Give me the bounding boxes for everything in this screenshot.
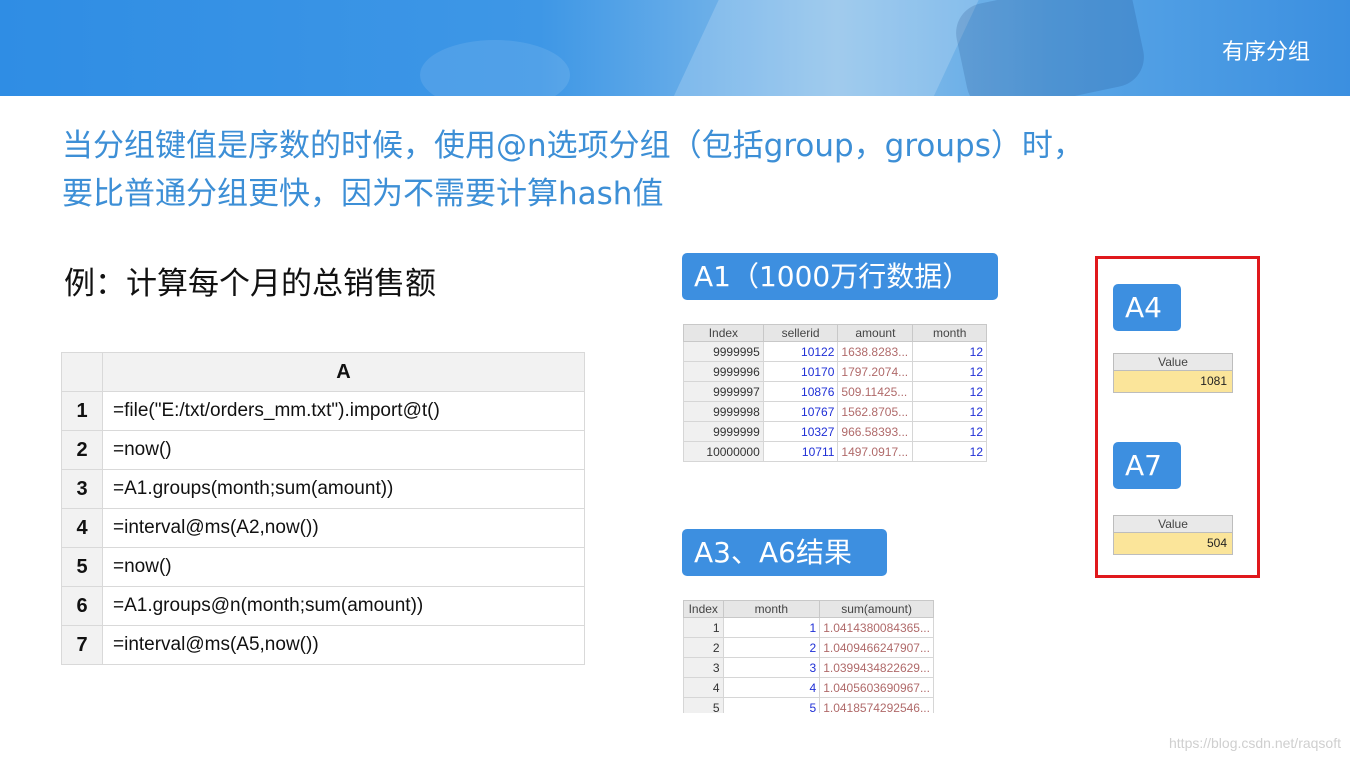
banner-decoration <box>667 0 993 96</box>
banner-decoration <box>950 0 1150 96</box>
table-cell: 1638.8283... <box>837 341 914 362</box>
table-row: 10000000 10711 1497.0917... 12 <box>683 441 987 462</box>
header-banner: 有序分组 <box>0 0 1350 96</box>
table-row: 9999999 10327 966.58393... 12 <box>683 421 987 442</box>
grid-row-header[interactable]: 6 <box>61 586 103 626</box>
grid-row-header[interactable]: 2 <box>61 430 103 470</box>
table-cell: 10327 <box>762 421 839 442</box>
table-cell: 10711 <box>762 441 839 462</box>
grid-row-header[interactable]: 3 <box>61 469 103 509</box>
grid-row-header[interactable]: 1 <box>61 391 103 431</box>
table-row: 9999997 10876 509.11425... 12 <box>683 381 987 402</box>
table-cell: 1.0414380084365... <box>819 617 934 638</box>
table-cell: 1497.0917... <box>837 441 914 462</box>
index-cell: 9999998 <box>683 401 764 422</box>
a1-data-table: Index sellerid amount month 9999995 1012… <box>683 324 987 462</box>
a7-value-box: Value 504 <box>1113 515 1233 555</box>
value-header: Value <box>1114 354 1232 371</box>
table-cell: 966.58393... <box>837 421 914 442</box>
description: 当分组键值是序数的时候，使用@n选项分组（包括group，groups）时， 要… <box>62 122 1162 218</box>
grid-cell[interactable]: =now() <box>102 547 585 587</box>
example-title: 例：计算每个月的总销售额 <box>64 266 436 302</box>
table-cell: 10767 <box>762 401 839 422</box>
grid-row-header[interactable]: 7 <box>61 625 103 665</box>
a3-result-table-viewport: Index month sum(amount) 1 1 1.0414380084… <box>683 600 935 713</box>
column-header: month <box>912 324 987 342</box>
grid-cell[interactable]: =A1.groups@n(month;sum(amount)) <box>102 586 585 626</box>
table-cell: 12 <box>912 401 987 422</box>
grid-cell[interactable]: =A1.groups(month;sum(amount)) <box>102 469 585 509</box>
grid-row-header[interactable]: 4 <box>61 508 103 548</box>
table-cell: 1.0409466247907... <box>819 637 934 658</box>
value-cell: 1081 <box>1114 371 1232 392</box>
table-cell: 1.0405603690967... <box>819 677 934 698</box>
grid-column-header[interactable]: A <box>102 352 585 392</box>
watermark: https://blog.csdn.net/raqsoft <box>1169 735 1341 751</box>
grid-cell[interactable]: =interval@ms(A5,now()) <box>102 625 585 665</box>
table-cell: 12 <box>912 381 987 402</box>
table-cell: 2 <box>722 637 821 658</box>
table-cell: 5 <box>722 697 821 713</box>
index-cell: 9999997 <box>683 381 764 402</box>
column-header: Index <box>683 324 764 342</box>
index-cell: 1 <box>683 617 724 638</box>
table-cell: 1562.8705... <box>837 401 914 422</box>
table-cell: 1.0399434822629... <box>819 657 934 678</box>
table-row: 2 2 1.0409466247907... <box>683 637 934 658</box>
a3-result-table: Index month sum(amount) 1 1 1.0414380084… <box>683 600 934 713</box>
description-line-1: 当分组键值是序数的时候，使用@n选项分组（包括group，groups）时， <box>62 128 1084 164</box>
table-cell: 4 <box>722 677 821 698</box>
description-line-2: 要比普通分组更快，因为不需要计算hash值 <box>62 176 664 212</box>
table-row: 1 1 1.0414380084365... <box>683 617 934 638</box>
column-header: amount <box>837 324 914 342</box>
table-cell: 1 <box>722 617 821 638</box>
table-cell: 1.0418574292546... <box>819 697 934 713</box>
formula-grid: A 1 =file("E:/txt/orders_mm.txt").import… <box>61 352 585 665</box>
table-cell: 12 <box>912 361 987 382</box>
table-row: 3 3 1.0399434822629... <box>683 657 934 678</box>
index-cell: 9999999 <box>683 421 764 442</box>
index-cell: 2 <box>683 637 724 658</box>
grid-cell[interactable]: =now() <box>102 430 585 470</box>
table-cell: 12 <box>912 341 987 362</box>
table-cell: 12 <box>912 421 987 442</box>
column-header: sellerid <box>762 324 839 342</box>
table-row: 9999995 10122 1638.8283... 12 <box>683 341 987 362</box>
table-row: 5 5 1.0418574292546... <box>683 697 934 713</box>
label-a1: A1（1000万行数据） <box>682 253 998 300</box>
table-row: 9999998 10767 1562.8705... 12 <box>683 401 987 422</box>
table-cell: 10122 <box>762 341 839 362</box>
grid-cell[interactable]: =interval@ms(A2,now()) <box>102 508 585 548</box>
column-header: Index <box>683 600 724 618</box>
table-cell: 509.11425... <box>837 381 914 402</box>
table-cell: 10170 <box>762 361 839 382</box>
grid-corner <box>61 352 103 392</box>
index-cell: 10000000 <box>683 441 764 462</box>
index-cell: 5 <box>683 697 724 713</box>
table-cell: 3 <box>722 657 821 678</box>
index-cell: 9999996 <box>683 361 764 382</box>
table-cell: 1797.2074... <box>837 361 914 382</box>
grid-cell[interactable]: =file("E:/txt/orders_mm.txt").import@t() <box>102 391 585 431</box>
index-cell: 4 <box>683 677 724 698</box>
index-cell: 3 <box>683 657 724 678</box>
a4-value-box: Value 1081 <box>1113 353 1233 393</box>
table-cell: 10876 <box>762 381 839 402</box>
value-header: Value <box>1114 516 1232 533</box>
index-cell: 9999995 <box>683 341 764 362</box>
table-row: 9999996 10170 1797.2074... 12 <box>683 361 987 382</box>
label-a3-a6: A3、A6结果 <box>682 529 887 576</box>
column-header: sum(amount) <box>819 600 934 618</box>
banner-decoration <box>420 40 570 96</box>
table-row: 4 4 1.0405603690967... <box>683 677 934 698</box>
grid-row-header[interactable]: 5 <box>61 547 103 587</box>
column-header: month <box>722 600 821 618</box>
table-cell: 12 <box>912 441 987 462</box>
slide-title: 有序分组 <box>1221 40 1310 65</box>
value-cell: 504 <box>1114 533 1232 554</box>
